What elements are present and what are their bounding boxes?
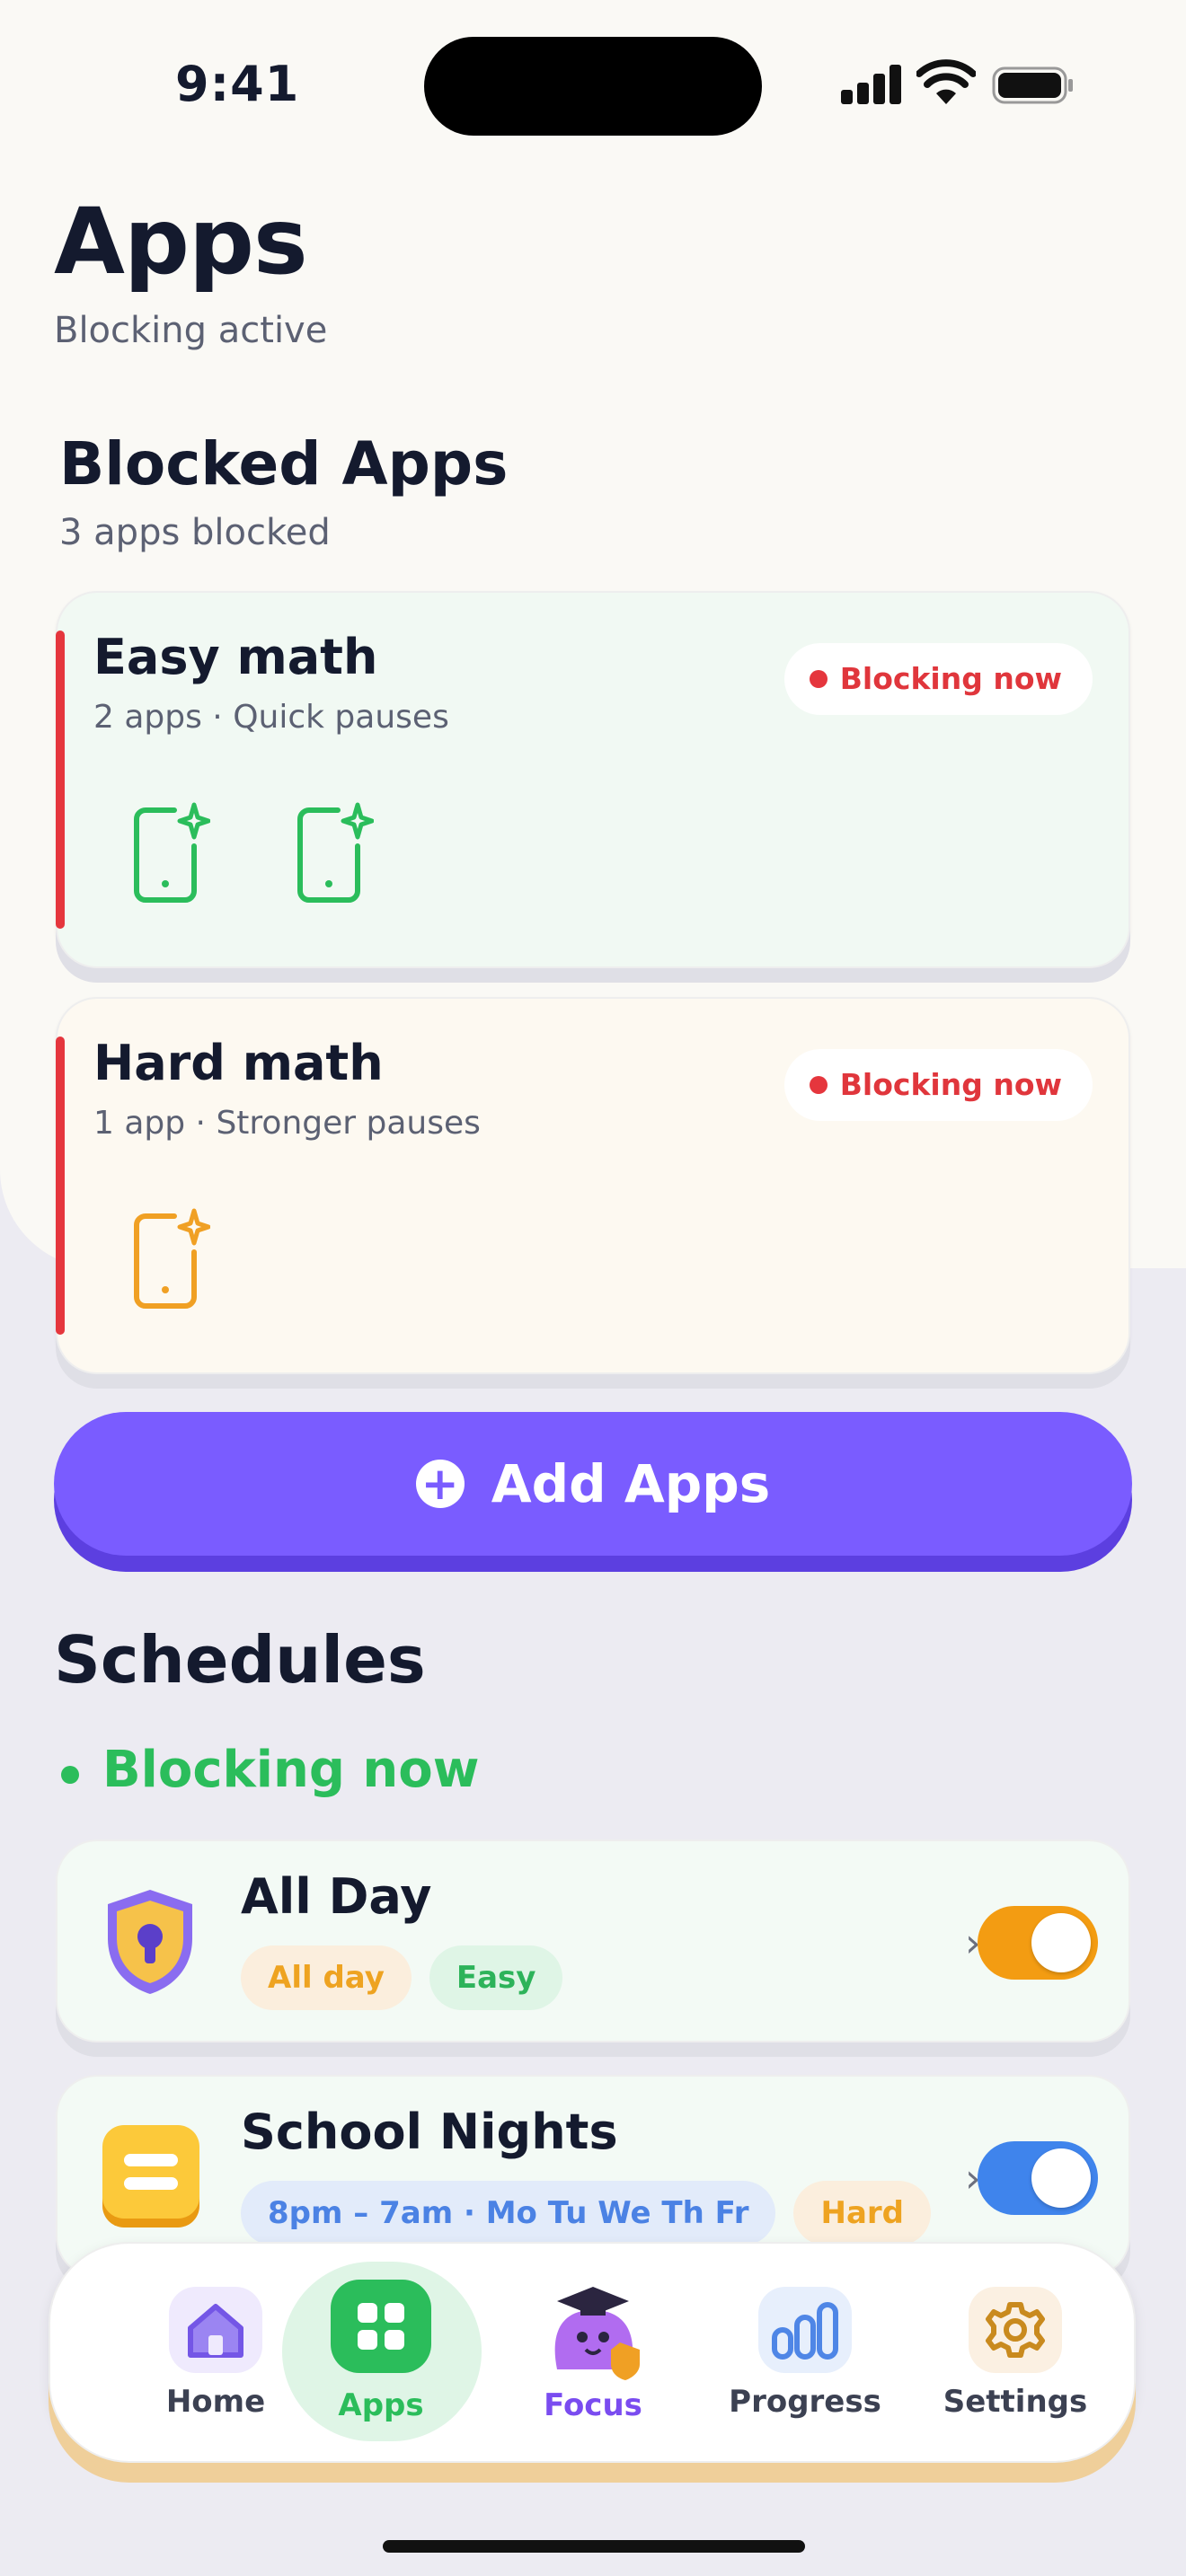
schedule-chip-difficulty: Hard bbox=[793, 2181, 931, 2245]
schedule-chip-time: 8pm – 7am · Mo Tu We Th Fr bbox=[241, 2181, 776, 2245]
note-icon bbox=[102, 2125, 199, 2228]
tab-label: Progress bbox=[729, 2384, 881, 2420]
block-group-card-easy-math[interactable]: Easy math 2 apps · Quick pauses Blocking… bbox=[56, 591, 1130, 968]
tab-apps[interactable]: Apps bbox=[291, 2244, 471, 2465]
gear-icon bbox=[969, 2287, 1062, 2373]
mascot-icon bbox=[554, 2287, 640, 2380]
signal-icon bbox=[841, 63, 902, 104]
page-title: Apps bbox=[54, 189, 308, 296]
schedule-name: School Nights bbox=[241, 2104, 618, 2160]
blocking-now-badge: Blocking now bbox=[783, 643, 1093, 715]
home-indicator bbox=[383, 2540, 805, 2553]
tab-label: Focus bbox=[544, 2387, 642, 2423]
schedule-toggle[interactable] bbox=[978, 2141, 1098, 2215]
blocking-now-label: Blocking now bbox=[61, 1741, 480, 1799]
group-meta: 1 app · Stronger pauses bbox=[93, 1105, 481, 1142]
grid-icon bbox=[331, 2280, 431, 2373]
battery-icon bbox=[992, 66, 1073, 104]
schedule-chip-difficulty: Easy bbox=[429, 1945, 563, 2010]
group-name: Hard math bbox=[93, 1035, 384, 1091]
tab-progress[interactable]: Progress bbox=[715, 2244, 895, 2465]
wifi-icon bbox=[916, 59, 976, 104]
app-placeholder-icon bbox=[134, 1208, 210, 1309]
tab-bar: Home Apps Focus Progress Settings bbox=[49, 2242, 1136, 2463]
shield-lock-icon bbox=[108, 1890, 192, 1994]
dynamic-island bbox=[424, 37, 762, 136]
blocked-apps-title: Blocked Apps bbox=[59, 429, 509, 498]
app-placeholder-icon bbox=[134, 802, 210, 903]
status-bar: 9:41 bbox=[0, 0, 1186, 171]
schedule-card-all-day[interactable]: All Day All day Easy › bbox=[56, 1839, 1130, 2042]
tab-focus[interactable]: Focus bbox=[503, 2244, 683, 2465]
schedule-name: All Day bbox=[241, 1868, 432, 1925]
schedule-toggle[interactable] bbox=[978, 1906, 1098, 1980]
group-meta: 2 apps · Quick pauses bbox=[93, 699, 449, 736]
card-accent-bar bbox=[56, 1037, 65, 1335]
group-name: Easy math bbox=[93, 629, 378, 685]
tab-settings[interactable]: Settings bbox=[925, 2244, 1105, 2465]
plus-icon: + bbox=[415, 1460, 465, 1508]
add-apps-button[interactable]: + Add Apps bbox=[54, 1412, 1132, 1556]
status-time: 9:41 bbox=[175, 56, 300, 112]
page-subtitle: Blocking active bbox=[54, 310, 328, 351]
tab-home[interactable]: Home bbox=[126, 2244, 305, 2465]
blocking-now-badge: Blocking now bbox=[783, 1049, 1093, 1121]
block-group-card-hard-math[interactable]: Hard math 1 app · Stronger pauses Blocki… bbox=[56, 997, 1130, 1374]
tab-label: Home bbox=[165, 2384, 266, 2420]
card-accent-bar bbox=[56, 631, 65, 929]
bars-icon bbox=[758, 2287, 852, 2373]
home-icon bbox=[169, 2287, 262, 2373]
schedule-chip-time: All day bbox=[241, 1945, 412, 2010]
app-placeholder-icon bbox=[297, 802, 374, 903]
schedules-title: Schedules bbox=[54, 1622, 426, 1698]
tab-label: Apps bbox=[338, 2387, 424, 2423]
blocked-apps-count: 3 apps blocked bbox=[59, 512, 331, 553]
tab-label: Settings bbox=[943, 2384, 1088, 2420]
add-apps-label: Add Apps bbox=[491, 1453, 771, 1514]
